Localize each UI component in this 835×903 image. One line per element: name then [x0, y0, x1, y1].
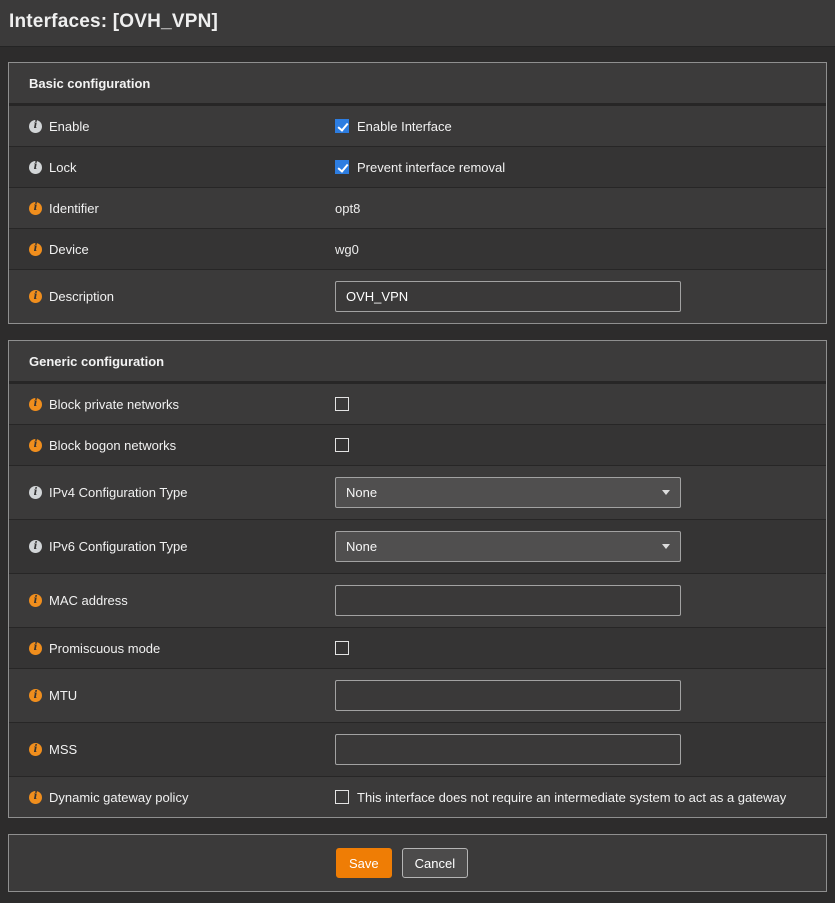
dynamic-gateway-checkbox-label: This interface does not require an inter…: [357, 790, 786, 805]
info-icon[interactable]: [29, 161, 42, 174]
info-icon[interactable]: [29, 486, 42, 499]
section-title-basic: Basic configuration: [9, 63, 826, 105]
mtu-input[interactable]: [335, 680, 681, 711]
mss-input[interactable]: [335, 734, 681, 765]
row-mtu: MTU: [9, 668, 826, 722]
row-mac-address: MAC address: [9, 573, 826, 627]
identifier-value: opt8: [335, 201, 360, 216]
enable-checkbox-label: Enable Interface: [357, 119, 452, 134]
lock-checkbox[interactable]: [335, 160, 349, 174]
promiscuous-checkbox[interactable]: [335, 641, 349, 655]
panel-generic-configuration: Generic configuration Block private netw…: [8, 340, 827, 818]
row-lock: Lock Prevent interface removal: [9, 146, 826, 187]
info-icon[interactable]: [29, 743, 42, 756]
page-title: Interfaces: [OVH_VPN]: [0, 0, 835, 33]
info-icon[interactable]: [29, 689, 42, 702]
ipv6-type-selected-value: None: [346, 539, 377, 554]
ipv6-type-select[interactable]: None: [335, 531, 681, 562]
info-icon[interactable]: [29, 202, 42, 215]
row-device: Device wg0: [9, 228, 826, 269]
field-label-ipv6-type: IPv6 Configuration Type: [49, 539, 188, 554]
row-promiscuous-mode: Promiscuous mode: [9, 627, 826, 668]
form-actions: Save Cancel: [8, 834, 827, 892]
field-label-promiscuous: Promiscuous mode: [49, 641, 160, 656]
device-value: wg0: [335, 242, 359, 257]
info-icon[interactable]: [29, 120, 42, 133]
row-mss: MSS: [9, 722, 826, 776]
save-button[interactable]: Save: [336, 848, 392, 878]
field-label-block-private: Block private networks: [49, 397, 179, 412]
field-label-enable: Enable: [49, 119, 89, 134]
field-label-mtu: MTU: [49, 688, 77, 703]
block-bogon-checkbox[interactable]: [335, 438, 349, 452]
row-ipv4-configuration-type: IPv4 Configuration Type None: [9, 465, 826, 519]
info-icon[interactable]: [29, 642, 42, 655]
row-dynamic-gateway-policy: Dynamic gateway policy This interface do…: [9, 776, 826, 817]
field-label-identifier: Identifier: [49, 201, 99, 216]
chevron-down-icon: [662, 490, 670, 495]
field-label-device: Device: [49, 242, 89, 257]
field-label-dynamic-gateway: Dynamic gateway policy: [49, 790, 188, 805]
enable-checkbox[interactable]: [335, 119, 349, 133]
row-enable: Enable Enable Interface: [9, 105, 826, 146]
cancel-button[interactable]: Cancel: [402, 848, 468, 878]
info-icon[interactable]: [29, 439, 42, 452]
panel-basic-configuration: Basic configuration Enable Enable Interf…: [8, 62, 827, 324]
dynamic-gateway-checkbox[interactable]: [335, 790, 349, 804]
main-content: Basic configuration Enable Enable Interf…: [0, 47, 835, 892]
row-description: Description: [9, 269, 826, 323]
field-label-block-bogon: Block bogon networks: [49, 438, 176, 453]
info-icon[interactable]: [29, 594, 42, 607]
chevron-down-icon: [662, 544, 670, 549]
lock-checkbox-label: Prevent interface removal: [357, 160, 505, 175]
field-label-ipv4-type: IPv4 Configuration Type: [49, 485, 188, 500]
info-icon[interactable]: [29, 791, 42, 804]
mac-address-input[interactable]: [335, 585, 681, 616]
row-ipv6-configuration-type: IPv6 Configuration Type None: [9, 519, 826, 573]
row-block-bogon-networks: Block bogon networks: [9, 424, 826, 465]
description-input[interactable]: [335, 281, 681, 312]
info-icon[interactable]: [29, 290, 42, 303]
field-label-description: Description: [49, 289, 114, 304]
info-icon[interactable]: [29, 540, 42, 553]
row-block-private-networks: Block private networks: [9, 383, 826, 424]
info-icon[interactable]: [29, 398, 42, 411]
field-label-lock: Lock: [49, 160, 76, 175]
info-icon[interactable]: [29, 243, 42, 256]
row-identifier: Identifier opt8: [9, 187, 826, 228]
field-label-mac-address: MAC address: [49, 593, 128, 608]
field-label-mss: MSS: [49, 742, 77, 757]
ipv4-type-selected-value: None: [346, 485, 377, 500]
section-title-generic: Generic configuration: [9, 341, 826, 383]
block-private-checkbox[interactable]: [335, 397, 349, 411]
page-header: Interfaces: [OVH_VPN]: [0, 0, 835, 47]
ipv4-type-select[interactable]: None: [335, 477, 681, 508]
